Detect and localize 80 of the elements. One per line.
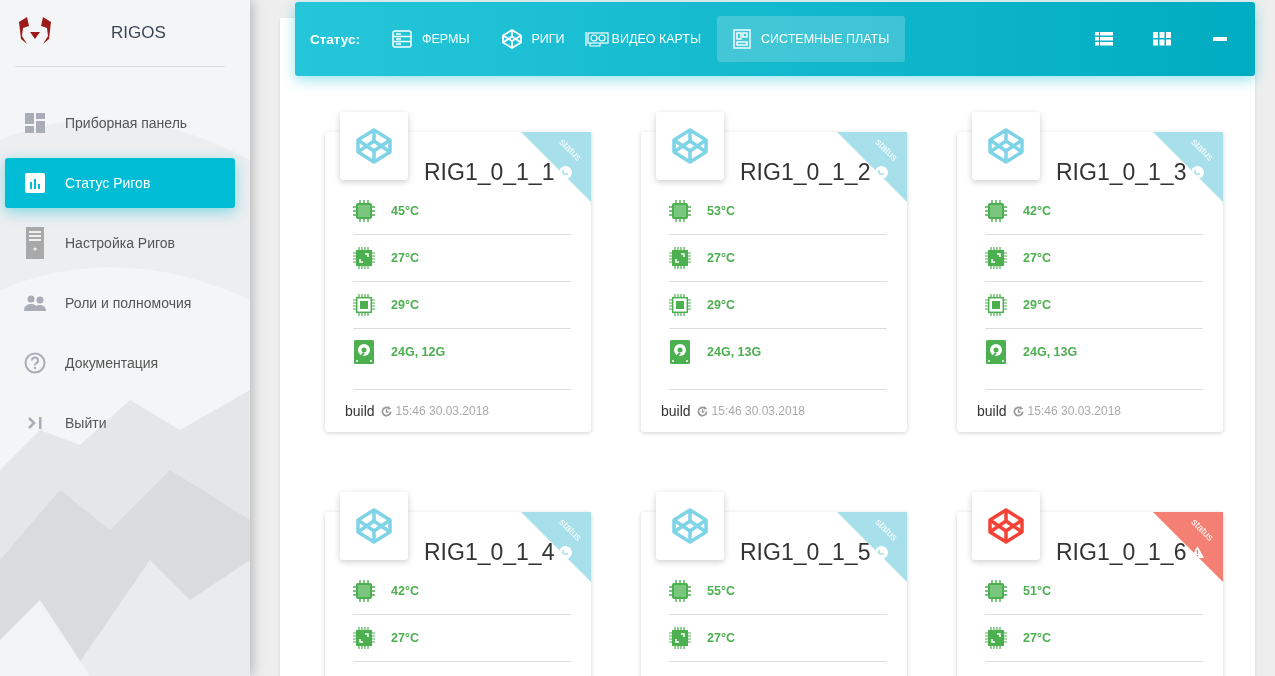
metric-value: 27°C: [707, 251, 735, 265]
cpu-chip-icon: [985, 580, 1007, 602]
metric-value: 51°C: [1023, 584, 1051, 598]
cube-icon: [356, 128, 392, 164]
clock-icon: [559, 166, 572, 179]
rig-name: RIG1_0_1_5: [740, 539, 871, 566]
clock-icon: [875, 166, 888, 179]
grid-view-icon: [1153, 32, 1171, 46]
cube-icon: [988, 128, 1024, 164]
chip-icon: [669, 627, 691, 649]
help-icon: [24, 352, 46, 374]
metric-value: 53°C: [707, 204, 735, 218]
metric-value: 27°C: [1023, 251, 1051, 265]
metric-value: 42°C: [1023, 204, 1051, 218]
chip-icon: [669, 294, 691, 316]
metric-value: 45°C: [391, 204, 419, 218]
sidebar-item[interactable]: Документация: [5, 338, 235, 388]
sidebar-item[interactable]: Выйти: [5, 398, 235, 448]
metric-value: 55°C: [707, 584, 735, 598]
chip-icon: [985, 627, 1007, 649]
cpu-chip-icon: [669, 580, 691, 602]
bar-chart-icon: [25, 173, 45, 193]
clock-icon: [559, 546, 572, 559]
cube-icon: [501, 29, 522, 49]
toolbar-label: Статус:: [310, 31, 360, 47]
metric-value: 24G, 13G: [1023, 345, 1078, 359]
metric-value: 27°C: [391, 631, 419, 645]
chip-icon: [353, 627, 375, 649]
brand-name: RIGOS: [111, 23, 166, 43]
metric-value: 29°C: [707, 298, 735, 312]
graphics-card-icon: [584, 31, 609, 47]
chip-icon: [669, 247, 691, 269]
clock-icon: [1191, 166, 1204, 179]
build-label: build: [345, 403, 375, 419]
motherboard-icon: [733, 29, 752, 49]
chip-icon: [353, 294, 375, 316]
metric-value: 27°C: [391, 251, 419, 265]
exit-icon: [27, 416, 43, 430]
cube-icon: [988, 508, 1024, 544]
people-icon: [24, 295, 46, 311]
cpu-chip-icon: [353, 200, 375, 222]
server-tower-icon: [26, 227, 44, 259]
rig-name: RIG1_0_1_2: [740, 159, 871, 186]
rig-name: RIG1_0_1_4: [424, 539, 555, 566]
metric-value: 29°C: [391, 298, 419, 312]
chip-icon: [985, 247, 1007, 269]
history-icon: [696, 405, 708, 417]
metric-value: 27°C: [1023, 631, 1051, 645]
build-time: 15:46 30.03.2018: [395, 404, 489, 418]
rig-name: RIG1_0_1_3: [1056, 159, 1187, 186]
metric-value: 27°C: [707, 631, 735, 645]
cube-icon: [672, 508, 708, 544]
dashboard-icon: [25, 113, 45, 133]
history-icon: [380, 405, 392, 417]
cube-icon: [356, 508, 392, 544]
cpu-chip-icon: [985, 200, 1007, 222]
metric-value: 29°C: [1023, 298, 1051, 312]
history-icon: [1012, 405, 1024, 417]
list-view-icon: [1095, 32, 1113, 46]
sidebar-item[interactable]: Настройка Ригов: [5, 218, 235, 268]
build-time: 15:46 30.03.2018: [1027, 404, 1121, 418]
build-label: build: [977, 403, 1007, 419]
warning-icon: [1191, 546, 1204, 558]
chip-icon: [985, 294, 1007, 316]
chip-icon: [353, 247, 375, 269]
build-time: 15:46 30.03.2018: [711, 404, 805, 418]
metric-value: 24G, 12G: [391, 345, 446, 359]
metric-value: 42°C: [391, 584, 419, 598]
server-rack-icon: [392, 30, 412, 48]
cpu-chip-icon: [353, 580, 375, 602]
sidebar-item[interactable]: Приборная панель: [5, 98, 235, 148]
rig-name: RIG1_0_1_6: [1056, 539, 1187, 566]
cube-icon: [672, 128, 708, 164]
metric-value: 24G, 13G: [707, 345, 762, 359]
clock-icon: [875, 546, 888, 559]
build-label: build: [661, 403, 691, 419]
cpu-chip-icon: [669, 200, 691, 222]
minimize-icon: [1213, 37, 1227, 41]
sidebar-item[interactable]: Роли и полномочия: [5, 278, 235, 328]
rig-name: RIG1_0_1_1: [424, 159, 555, 186]
